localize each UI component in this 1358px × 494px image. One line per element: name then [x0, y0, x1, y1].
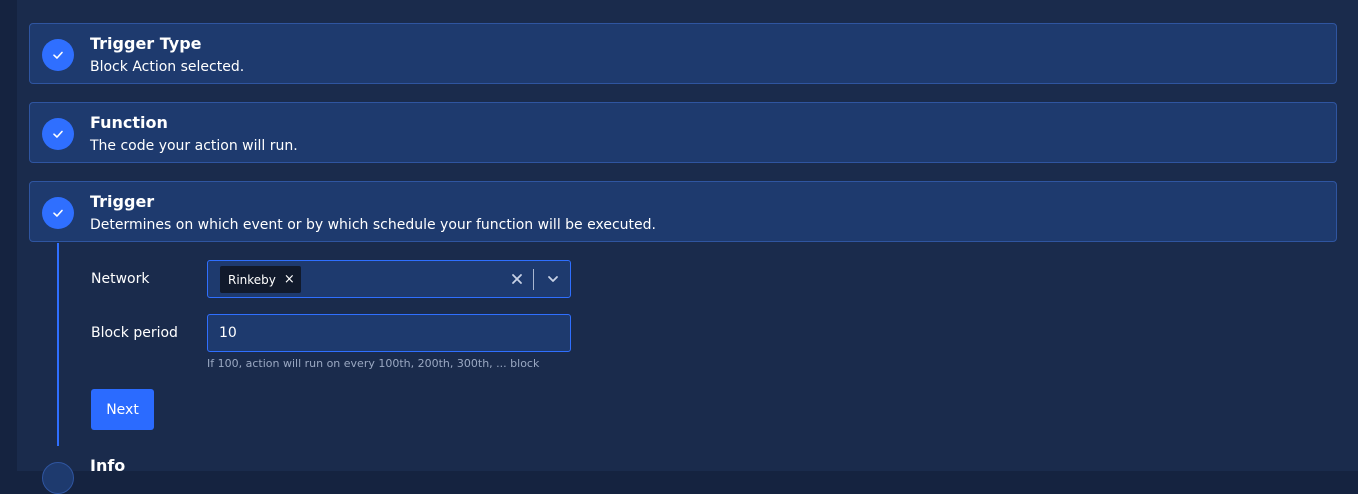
network-chip: Rinkeby × — [220, 266, 301, 293]
clear-icon[interactable] — [508, 270, 526, 288]
block-period-input[interactable] — [207, 314, 571, 352]
step-description: Determines on which event or by which sc… — [90, 217, 656, 233]
network-label: Network — [91, 271, 150, 287]
network-select[interactable]: Rinkeby × — [207, 260, 571, 298]
page-background: Trigger Type Block Action selected. Func… — [0, 0, 1358, 494]
step-title: Trigger — [90, 192, 155, 211]
step-title: Function — [90, 113, 168, 132]
step-description: The code your action will run. — [90, 138, 298, 154]
check-icon — [42, 39, 74, 71]
check-icon — [42, 118, 74, 150]
step-info-indicator — [42, 462, 74, 494]
step-info-title: Info — [90, 456, 126, 475]
step-description: Block Action selected. — [90, 59, 245, 75]
block-period-label: Block period — [91, 325, 178, 341]
block-period-hint: If 100, action will run on every 100th, … — [207, 357, 540, 370]
next-button[interactable]: Next — [91, 389, 154, 430]
step-trigger-type[interactable]: Trigger Type Block Action selected. — [29, 23, 1337, 84]
step-trigger[interactable]: Trigger Determines on which event or by … — [29, 181, 1337, 242]
check-icon — [42, 197, 74, 229]
remove-chip-icon[interactable]: × — [284, 273, 295, 286]
network-chip-label: Rinkeby — [228, 272, 276, 287]
select-separator — [533, 269, 534, 290]
chevron-down-icon[interactable] — [544, 270, 562, 288]
step-title: Trigger Type — [90, 34, 202, 53]
step-function[interactable]: Function The code your action will run. — [29, 102, 1337, 163]
step-connector-line — [57, 243, 59, 446]
